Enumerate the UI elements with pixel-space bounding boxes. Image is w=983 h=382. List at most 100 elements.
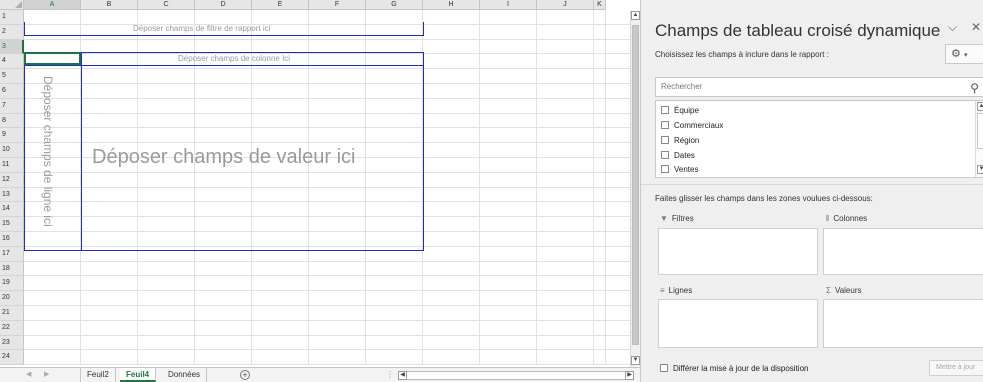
field-checkbox[interactable] [661,121,669,129]
row-header[interactable]: 3 [0,39,24,55]
row-header[interactable]: 20 [0,291,24,306]
row-dropzone[interactable]: Déposer champs de ligne ici [24,65,82,251]
field-item-ventes[interactable]: Ventes [661,165,698,176]
column-dropzone[interactable]: Déposer champs de colonne Ici [81,52,424,66]
field-checkbox[interactable] [661,151,669,159]
row-header[interactable]: 2 [0,24,24,40]
row-header[interactable]: 14 [0,202,24,218]
next-sheet-arrow-icon[interactable]: ▶ [44,370,49,378]
row-header[interactable]: 4 [0,54,24,70]
tab-split-handle[interactable]: ⋮ [386,370,394,379]
defer-update-checkbox[interactable] [660,364,668,372]
row-header[interactable]: 1 [0,10,24,25]
field-item-commerciaux[interactable]: Commerciaux [661,121,723,132]
row-header[interactable]: 19 [0,276,24,292]
pane-options-chevron-icon[interactable]: ⌵ [948,20,957,35]
scroll-up-arrow-icon[interactable]: ▲ [631,11,640,20]
row-header[interactable]: 24 [0,350,24,366]
pane-subtitle: Choisissez les champs à inclure dans le … [655,50,829,59]
report-filter-dropzone[interactable]: Déposer champs de filtre de rapport ici [24,22,424,36]
field-list-scroll-thumb[interactable] [977,113,983,149]
report-filter-placeholder: Déposer champs de filtre de rapport ici [133,24,271,33]
field-list: Équipe Commerciaux Région Dates Ventes ▲… [655,100,983,178]
gridline-horizontal [24,275,636,277]
row-header[interactable]: 21 [0,306,24,321]
sheet-tab-feuil2[interactable]: Feuil2 [80,368,116,382]
values-dropzone[interactable]: Déposer champs de valeur ici [81,65,424,251]
vertical-scroll-thumb[interactable] [632,25,639,345]
field-item-dates[interactable]: Dates [661,151,695,162]
scroll-right-arrow-icon[interactable]: ▶ [625,371,634,380]
add-sheet-plus-icon[interactable]: + [240,370,250,380]
dropdown-arrow-icon: ▾ [963,52,968,59]
columns-area[interactable] [823,228,983,275]
row-header[interactable]: 17 [0,246,24,262]
row-header[interactable]: 11 [0,158,24,173]
scroll-down-arrow-icon[interactable]: ▼ [977,165,983,174]
horizontal-scrollbar[interactable]: ◀ ▶ [398,371,634,380]
column-header[interactable]: D [195,0,252,10]
pane-title: Champs de tableau croisé dynamique [655,21,941,40]
field-label: Dates [674,151,695,160]
row-header[interactable]: 6 [0,84,24,99]
worksheet[interactable]: ABCDEFGHIJK 1 2 3 4 5 6 7 8 9 10 11 12 13 14 15 16 17 18 1… [0,0,640,382]
update-button[interactable]: Mettre à jour [929,360,983,376]
prev-sheet-arrow-icon[interactable]: ◀ [26,370,31,378]
field-item-equipe[interactable]: Équipe [661,106,699,117]
vertical-scrollbar[interactable]: ▲ ▼ [630,11,640,368]
close-icon[interactable]: ✕ [971,20,981,34]
sheet-tab-feuil4[interactable]: Feuil4 [120,368,157,382]
filters-area-label: ▼ Filtres [660,214,694,223]
field-checkbox[interactable] [661,106,669,114]
field-checkbox[interactable] [661,165,669,173]
field-search-input[interactable]: Rechercher ⚲ [655,77,983,97]
rows-icon: ≡ [660,286,665,295]
columns-icon: ⫴ [826,214,830,223]
row-header[interactable]: 9 [0,128,24,144]
column-header[interactable]: F [309,0,366,10]
search-icon[interactable]: ⚲ [970,79,979,97]
tools-gear-button[interactable]: ⚙ ▾ [945,44,983,64]
horizontal-scroll-thumb[interactable] [409,372,623,379]
active-cell-a3[interactable] [24,52,81,65]
select-all-triangle-icon [15,1,22,8]
column-header[interactable]: K [594,0,606,10]
row-header[interactable]: 7 [0,98,24,114]
values-area-label: Σ Valeurs [826,286,862,295]
row-header[interactable]: 5 [0,69,24,84]
filters-area[interactable] [658,228,818,275]
select-all-corner[interactable] [0,0,24,10]
column-header[interactable]: I [480,0,537,10]
row-header[interactable]: 8 [0,113,24,129]
scroll-left-arrow-icon[interactable]: ◀ [398,371,407,380]
row-header[interactable]: 22 [0,320,24,336]
column-header[interactable]: G [366,0,423,10]
row-header[interactable]: 16 [0,232,24,247]
gridline-horizontal [24,334,636,336]
column-header[interactable]: J [537,0,594,10]
sheet-tab-donnees[interactable]: Données [162,368,208,382]
row-header[interactable]: 10 [0,143,24,158]
field-item-region[interactable]: Région [661,136,699,147]
field-checkbox[interactable] [661,136,669,144]
sheet-tab-bar: ◀ ▶ Feuil2 Feuil4 Données + ⋮ ◀ ▶ [0,367,640,382]
column-header[interactable]: H [423,0,480,10]
scroll-up-arrow-icon[interactable]: ▲ [977,102,983,111]
field-list-scrollbar[interactable]: ▲ ▼ [975,101,983,177]
gridline-horizontal [24,364,636,366]
rows-area[interactable] [658,299,818,348]
column-header[interactable]: C [138,0,195,10]
row-header[interactable]: 18 [0,261,24,277]
field-label: Équipe [674,106,699,115]
column-header[interactable]: B [81,0,138,10]
row-header[interactable]: 12 [0,172,24,188]
defer-update-checkbox-row[interactable]: Différer la mise à jour de la dispositio… [660,364,808,373]
field-label: Commerciaux [674,121,724,130]
scroll-down-arrow-icon[interactable]: ▼ [631,356,640,365]
column-header[interactable]: E [252,0,309,10]
values-area[interactable] [823,299,983,348]
row-header[interactable]: 13 [0,187,24,203]
row-header[interactable]: 23 [0,335,24,351]
column-header[interactable]: A [24,0,81,10]
row-header[interactable]: 15 [0,217,24,232]
